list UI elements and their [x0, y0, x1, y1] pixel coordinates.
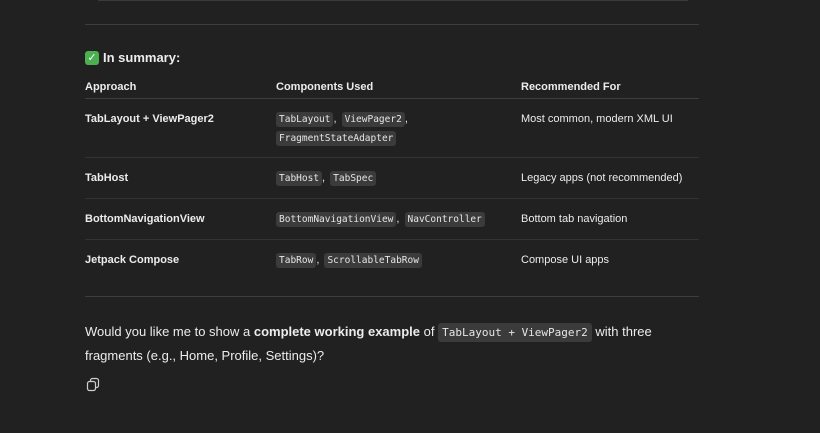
column-header-recommended: Recommended For [521, 76, 699, 99]
summary-heading: ✓ In summary: [85, 50, 180, 65]
table-row: Jetpack Compose TabRow, ScrollableTabRow… [85, 240, 699, 281]
divider-bottom [85, 296, 699, 297]
summary-heading-text: In summary: [103, 50, 181, 65]
code-tablayout: TabLayout [276, 112, 334, 127]
summary-table: Approach Components Used Recommended For… [85, 76, 699, 280]
previous-block-edge [98, 0, 688, 1]
copy-icon [86, 377, 100, 392]
follow-up-question: Would you like me to show a complete wor… [85, 320, 705, 367]
recommended-cell: Most common, modern XML UI [521, 113, 673, 125]
code-fragmentstateadapter: FragmentStateAdapter [276, 131, 397, 146]
table-row: BottomNavigationView BottomNavigationVie… [85, 198, 699, 240]
components-cell: TabHost, TabSpec [276, 158, 521, 198]
divider-top [85, 24, 699, 25]
chat-response: ✓ In summary: Approach Components Used R… [0, 0, 820, 433]
code-navcontroller: NavController [404, 212, 485, 227]
column-header-approach: Approach [85, 76, 276, 99]
recommended-cell: Legacy apps (not recommended) [521, 172, 683, 184]
code-bottomnavigationview: BottomNavigationView [276, 212, 397, 227]
code-viewpager2: ViewPager2 [341, 112, 405, 127]
components-cell: TabLayout, ViewPager2, FragmentStateAdapt… [276, 99, 521, 157]
recommended-cell: Compose UI apps [521, 254, 610, 266]
approach-cell: TabLayout + ViewPager2 [85, 113, 214, 125]
approach-cell: TabHost [85, 172, 129, 184]
code-tabrow: TabRow [276, 253, 317, 268]
check-mark-icon: ✓ [85, 50, 99, 65]
table-row: TabHost TabHost, TabSpec Legacy apps (no… [85, 157, 699, 199]
table-header-row: Approach Components Used Recommended For [85, 76, 699, 99]
question-bold-text: complete working example [253, 324, 421, 339]
copy-button[interactable] [85, 376, 101, 392]
approach-cell: Jetpack Compose [85, 254, 180, 266]
code-tabhost: TabHost [276, 171, 323, 186]
table-row: TabLayout + ViewPager2 TabLayout, ViewPa… [85, 98, 699, 158]
components-cell: BottomNavigationView, NavController [276, 199, 521, 239]
components-cell: TabRow, ScrollableTabRow [276, 240, 521, 280]
code-tabspec: TabSpec [330, 171, 377, 186]
column-header-components: Components Used [276, 76, 521, 99]
question-text-start: Would you like me to show a [85, 324, 254, 339]
approach-cell: BottomNavigationView [85, 213, 205, 225]
recommended-cell: Bottom tab navigation [521, 213, 628, 225]
code-scrollabletabrow: ScrollableTabRow [324, 253, 422, 268]
question-inline-code: TabLayout + ViewPager2 [438, 323, 592, 342]
question-text-middle: of [420, 324, 439, 339]
